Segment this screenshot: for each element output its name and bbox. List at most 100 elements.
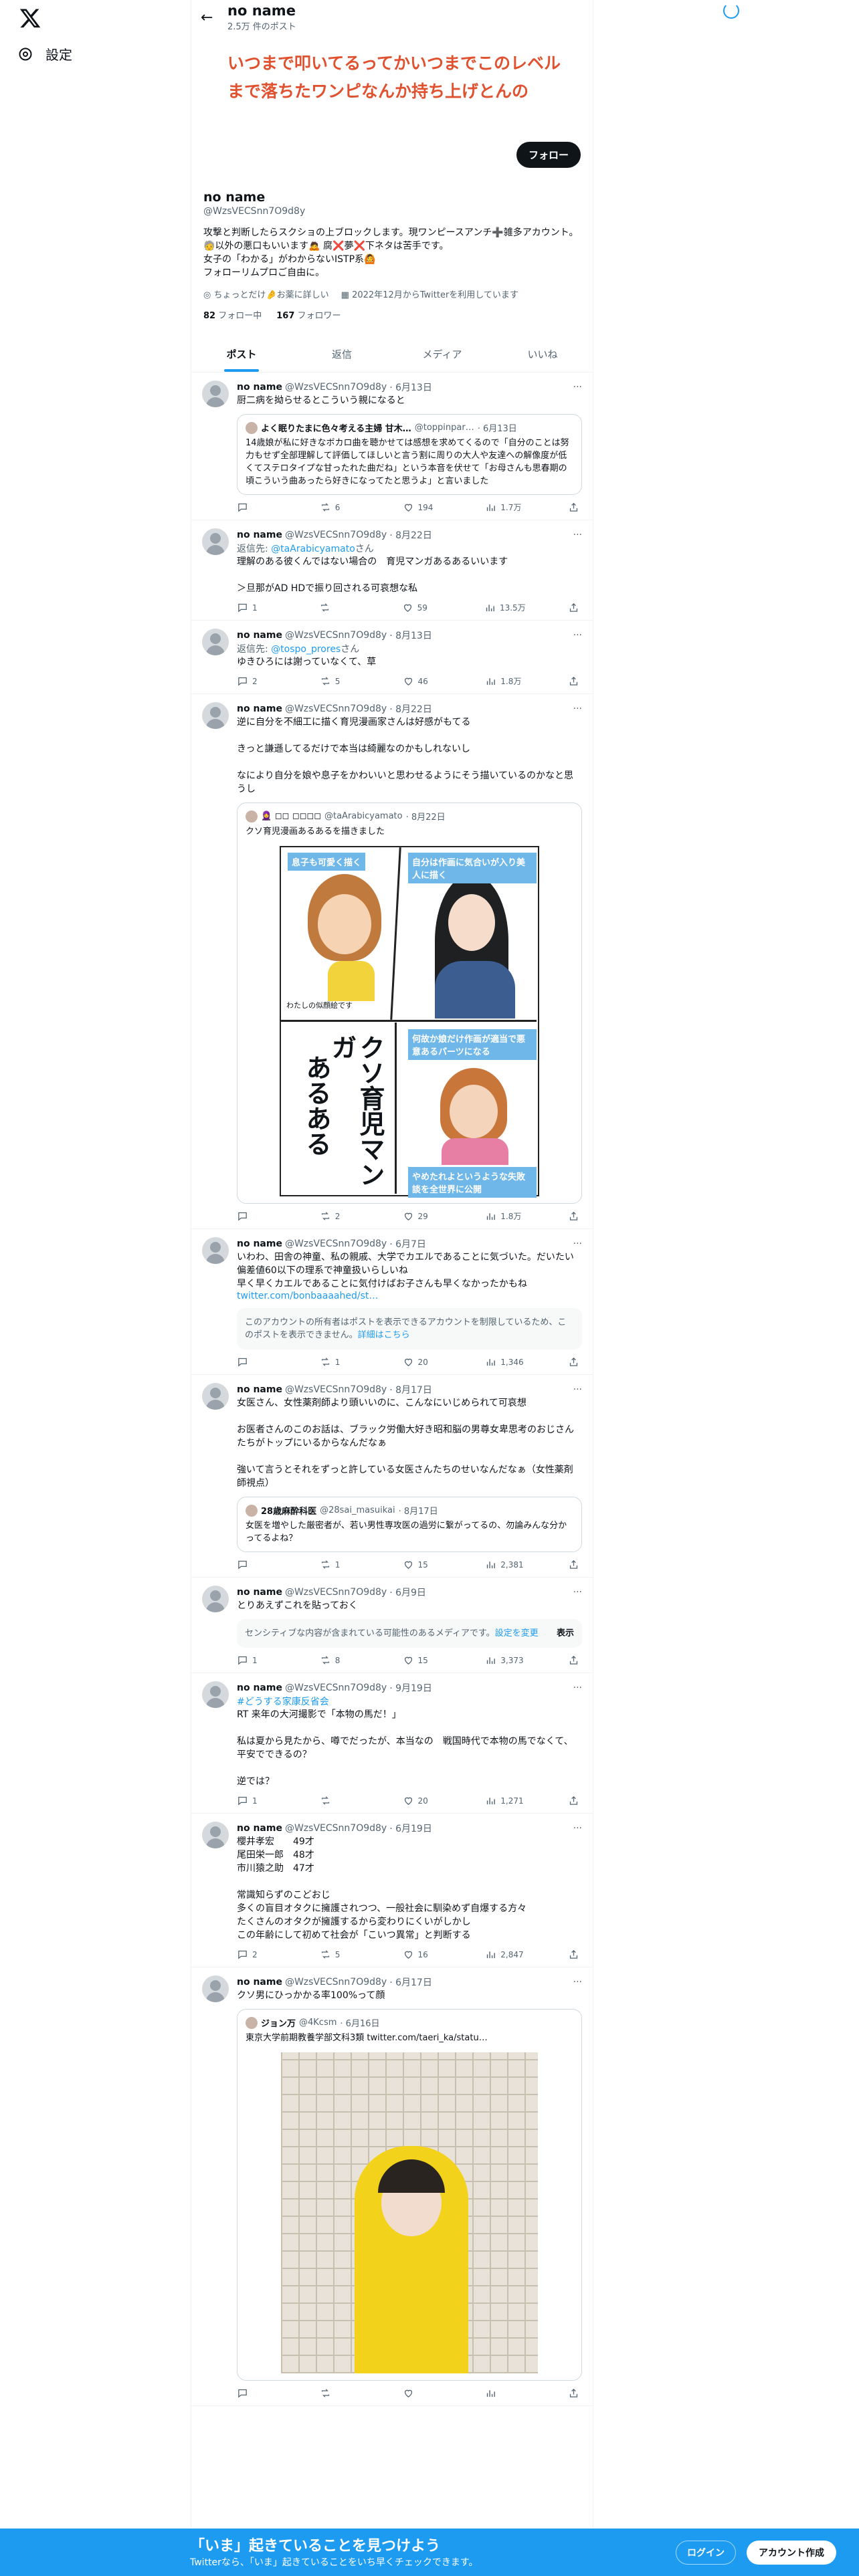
retweet-button[interactable]: 6 xyxy=(320,502,360,513)
more-options-icon[interactable]: ··· xyxy=(573,382,582,393)
follow-button[interactable]: フォロー xyxy=(516,142,581,168)
tweet-date[interactable]: · 8月17日 xyxy=(389,1383,432,1396)
tweet[interactable]: no name @WzsVECSnn7O9d8y · 6月9日 ··· とりあえずこれを… xyxy=(191,1578,593,1673)
tweet-date[interactable]: · 8月22日 xyxy=(389,702,432,716)
reply-button[interactable]: 2 xyxy=(237,675,277,687)
tweet-date[interactable]: · 6月7日 xyxy=(389,1237,426,1251)
avatar[interactable] xyxy=(202,381,229,407)
tab-likes[interactable]: いいね xyxy=(492,337,593,372)
x-logo-icon[interactable] xyxy=(19,7,41,29)
tab-posts[interactable]: ポスト xyxy=(191,337,292,372)
learn-more-link[interactable]: 詳細はこちら xyxy=(358,1330,410,1340)
tweet-author-name[interactable]: no name xyxy=(237,630,282,641)
avatar[interactable] xyxy=(202,629,229,655)
tweet-date[interactable]: · 6月19日 xyxy=(389,1822,432,1835)
avatar[interactable] xyxy=(202,1681,229,1708)
retweet-button[interactable] xyxy=(319,602,359,613)
share-button[interactable] xyxy=(568,1559,579,1570)
reply-mention-link[interactable]: @taArabicyamato xyxy=(271,544,355,554)
share-button[interactable] xyxy=(568,1356,579,1368)
tweet[interactable]: no name @WzsVECSnn7O9d8y · 6月19日 ··· 櫻井孝宏 49… xyxy=(191,1814,593,1967)
tab-replies[interactable]: 返信 xyxy=(292,337,392,372)
tweet-date[interactable]: · 6月17日 xyxy=(389,1975,432,1989)
tweet-author-name[interactable]: no name xyxy=(237,1823,282,1834)
more-options-icon[interactable]: ··· xyxy=(573,1239,582,1249)
reply-mention-link[interactable]: @tospo_prores xyxy=(271,644,341,655)
quoted-tweet[interactable]: ジョン万 @4Kcsm · 6月16日 東京大学前期教養学部文科3類 twitter.… xyxy=(237,2009,582,2381)
retweet-button[interactable]: 5 xyxy=(320,1949,360,1960)
avatar[interactable] xyxy=(202,528,229,555)
tweet[interactable]: no name @WzsVECSnn7O9d8y · 8月17日 ··· 女医さん、女性… xyxy=(191,1375,593,1578)
avatar[interactable] xyxy=(202,702,229,729)
retweet-button[interactable]: 8 xyxy=(320,1654,360,1666)
reply-button[interactable]: 2 xyxy=(237,1949,277,1960)
avatar[interactable] xyxy=(202,1237,229,1264)
views-button[interactable]: 13.5万 xyxy=(484,602,526,613)
tweet-author-name[interactable]: no name xyxy=(237,1384,282,1395)
reply-button[interactable] xyxy=(237,502,277,513)
share-button[interactable] xyxy=(568,2387,579,2399)
tweet-author-name[interactable]: no name xyxy=(237,382,282,393)
views-button[interactable]: 1.8万 xyxy=(485,1210,525,1222)
tweet-date[interactable]: · 6月13日 xyxy=(389,381,432,394)
tweet[interactable]: no name @WzsVECSnn7O9d8y · 6月17日 ··· クソ男にひっか… xyxy=(191,1967,593,2406)
quoted-tweet[interactable]: よく眠りたまに色々考える主婦 甘木… @toppinpar… · 6月13日 14歳娘… xyxy=(237,414,582,495)
like-button[interactable]: 15 xyxy=(403,1654,443,1666)
share-button[interactable] xyxy=(568,675,579,687)
sidebar-item-settings[interactable]: 設定 xyxy=(17,44,72,64)
tweet-link[interactable]: twitter.com/bonbaaaahed/st… xyxy=(237,1291,582,1301)
like-button[interactable]: 20 xyxy=(403,1795,443,1806)
like-button[interactable]: 29 xyxy=(403,1210,443,1222)
tweet-date[interactable]: · 9月19日 xyxy=(389,1681,432,1695)
tab-media[interactable]: メディア xyxy=(392,337,492,372)
tweet-author-name[interactable]: no name xyxy=(237,1587,282,1598)
avatar[interactable] xyxy=(202,1822,229,1848)
quoted-photo[interactable] xyxy=(281,2052,538,2373)
tweet-date[interactable]: · 8月13日 xyxy=(389,629,432,642)
avatar[interactable] xyxy=(202,1975,229,2002)
like-button[interactable]: 20 xyxy=(403,1356,443,1368)
more-options-icon[interactable]: ··· xyxy=(573,1823,582,1834)
tweet[interactable]: no name @WzsVECSnn7O9d8y · 6月7日 ··· いわわ、田舎の神… xyxy=(191,1229,593,1375)
views-button[interactable] xyxy=(485,2387,525,2399)
reply-button[interactable]: 1 xyxy=(237,602,277,613)
share-button[interactable] xyxy=(568,602,579,613)
more-options-icon[interactable]: ··· xyxy=(573,704,582,714)
more-options-icon[interactable]: ··· xyxy=(573,1384,582,1395)
reply-button[interactable]: 1 xyxy=(237,1654,277,1666)
views-button[interactable]: 1.7万 xyxy=(485,502,525,513)
like-button[interactable]: 15 xyxy=(403,1559,443,1570)
quoted-tweet[interactable]: 🧕 ◻◻ ◻◻◻◻ @taArabicyamato · 8月22日 クソ育児漫画あるあ… xyxy=(237,802,582,1204)
share-button[interactable] xyxy=(568,1654,579,1666)
retweet-button[interactable]: 1 xyxy=(320,1559,360,1570)
retweet-button[interactable]: 5 xyxy=(320,675,360,687)
tweet-date[interactable]: · 8月22日 xyxy=(389,528,432,542)
retweet-button[interactable]: 2 xyxy=(320,1210,360,1222)
login-button[interactable]: ログイン xyxy=(676,2541,736,2565)
tweet[interactable]: no name @WzsVECSnn7O9d8y · 9月19日 ··· #どうする家康… xyxy=(191,1673,593,1814)
views-button[interactable]: 1.8万 xyxy=(485,675,525,687)
tweet-author-name[interactable]: no name xyxy=(237,530,282,540)
like-button[interactable]: 46 xyxy=(403,675,443,687)
share-button[interactable] xyxy=(568,1949,579,1960)
tweet[interactable]: no name @WzsVECSnn7O9d8y · 8月13日 ··· 返信先: @t… xyxy=(191,621,593,694)
like-button[interactable]: 16 xyxy=(403,1949,443,1960)
views-button[interactable]: 3,373 xyxy=(485,1654,525,1666)
retweet-button[interactable] xyxy=(320,2387,360,2399)
reply-button[interactable]: 1 xyxy=(237,1795,277,1806)
more-options-icon[interactable]: ··· xyxy=(573,1683,582,1693)
views-button[interactable]: 1,271 xyxy=(485,1795,525,1806)
retweet-button[interactable] xyxy=(320,1795,360,1806)
back-arrow-icon[interactable]: ← xyxy=(201,9,227,26)
like-button[interactable] xyxy=(403,2387,443,2399)
like-button[interactable]: 194 xyxy=(403,502,443,513)
tweet[interactable]: no name @WzsVECSnn7O9d8y · 8月22日 ··· 返信先: @t… xyxy=(191,520,593,621)
more-options-icon[interactable]: ··· xyxy=(573,1977,582,1988)
comic-image[interactable]: 息子も可愛く描く 自分は作画に気合いが入り美人に描く わたしの似顔絵です クソ育児マン… xyxy=(280,846,539,1198)
reply-button[interactable] xyxy=(237,1356,277,1368)
following-link[interactable]: 82 フォロー中 xyxy=(203,308,262,321)
reply-button[interactable] xyxy=(237,2387,277,2399)
tweet-author-name[interactable]: no name xyxy=(237,1977,282,1988)
reply-button[interactable] xyxy=(237,1559,277,1570)
show-media-button[interactable]: 表示 xyxy=(557,1627,574,1640)
